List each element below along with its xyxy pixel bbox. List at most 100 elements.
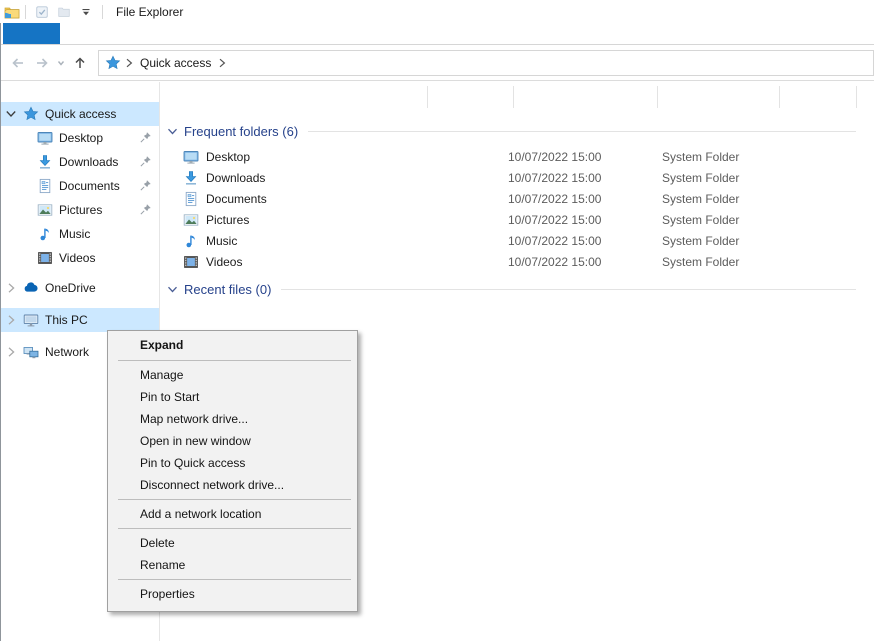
context-menu-item[interactable]	[118, 579, 351, 580]
context-menu-item[interactable]: Delete	[108, 532, 357, 554]
context-menu-item[interactable]	[118, 360, 351, 361]
sidebar-item-label: Videos	[59, 251, 95, 265]
group-header-frequent-folders[interactable]: Frequent folders (6)	[160, 120, 874, 142]
documents-icon	[183, 191, 199, 207]
cell-name: Videos	[206, 255, 242, 269]
column-divider[interactable]	[779, 86, 780, 108]
cell-date-modified: 10/07/2022 15:00	[508, 255, 601, 269]
sidebar-item-label: Documents	[59, 179, 120, 193]
tree-chevron-icon[interactable]	[4, 107, 18, 121]
frequent-folders-rows: Desktop 10/07/2022 15:00 System Folder D…	[160, 146, 874, 272]
chevron-down-icon[interactable]	[166, 125, 179, 138]
ribbon-tab[interactable]	[3, 23, 60, 44]
sidebar-item[interactable]: Downloads	[0, 150, 159, 174]
cell-name: Downloads	[206, 171, 265, 185]
qat-customize-button[interactable]	[77, 3, 95, 21]
sidebar-item[interactable]: Pictures	[0, 198, 159, 222]
folder-content: Frequent folders (6) Desktop 10/07/2022 …	[160, 112, 874, 300]
context-menu-item[interactable]: Rename	[108, 554, 357, 576]
tree-chevron-icon[interactable]	[4, 313, 18, 327]
recent-locations-button[interactable]	[54, 51, 68, 75]
downloads-icon	[183, 170, 199, 186]
up-icon	[72, 55, 88, 71]
sidebar-item-label: Pictures	[59, 203, 102, 217]
address-bar[interactable]: Quick access	[98, 50, 874, 76]
sidebar-item-label: OneDrive	[45, 281, 96, 295]
ribbon-tab[interactable]	[174, 23, 231, 44]
qat-new-folder-icon	[57, 5, 71, 19]
tree-chevron-icon[interactable]	[4, 281, 18, 295]
onedrive-icon	[23, 280, 39, 296]
sidebar-item[interactable]: Videos	[0, 246, 159, 270]
sidebar-item[interactable]: Music	[0, 222, 159, 246]
qat-properties-button[interactable]	[33, 3, 51, 21]
sidebar-item[interactable]: Quick access	[0, 102, 159, 126]
qat-new-folder-button[interactable]	[55, 3, 73, 21]
breadcrumb-chevron-icon[interactable]	[215, 56, 229, 70]
pictures-icon	[37, 202, 53, 218]
music-icon	[183, 233, 199, 249]
cell-date-modified: 10/07/2022 15:00	[508, 192, 601, 206]
back-button[interactable]	[6, 51, 30, 75]
forward-icon	[34, 55, 50, 71]
ribbon-tab[interactable]	[60, 23, 117, 44]
qat-properties-icon	[35, 5, 49, 19]
sidebar-item[interactable]: Desktop	[0, 126, 159, 150]
column-divider[interactable]	[513, 86, 514, 108]
context-menu-item[interactable]: Manage	[108, 364, 357, 386]
sidebar-item-label: Network	[45, 345, 89, 359]
file-row[interactable]: Documents 10/07/2022 15:00 System Folder	[160, 188, 874, 209]
sidebar-item[interactable]: Documents	[0, 174, 159, 198]
column-divider[interactable]	[657, 86, 658, 108]
sidebar-item[interactable]: OneDrive	[0, 276, 159, 300]
context-menu-item[interactable]: Properties	[108, 583, 357, 605]
quick-access-star-icon	[105, 55, 121, 71]
downloads-icon	[37, 154, 53, 170]
sidebar-item-label: Music	[59, 227, 90, 241]
context-menu-item[interactable]: Add a network location	[108, 503, 357, 525]
group-label: Recent files (0)	[184, 282, 271, 297]
tree-chevron-icon[interactable]	[4, 345, 18, 359]
file-row[interactable]: Videos 10/07/2022 15:00 System Folder	[160, 251, 874, 272]
file-row[interactable]: Pictures 10/07/2022 15:00 System Folder	[160, 209, 874, 230]
pin-icon	[139, 203, 152, 216]
group-header-recent-files[interactable]: Recent files (0)	[160, 278, 874, 300]
up-button[interactable]	[68, 51, 92, 75]
context-menu-item[interactable]	[118, 528, 351, 529]
network-icon	[23, 344, 39, 360]
file-row[interactable]: Desktop 10/07/2022 15:00 System Folder	[160, 146, 874, 167]
forward-button[interactable]	[30, 51, 54, 75]
cell-date-modified: 10/07/2022 15:00	[508, 213, 601, 227]
context-menu-item[interactable]: Disconnect network drive...	[108, 474, 357, 496]
window-title: File Explorer	[116, 5, 183, 19]
navigation-bar: Quick access	[0, 45, 874, 81]
context-menu-item[interactable]	[118, 499, 351, 500]
column-headers	[160, 82, 874, 112]
column-divider[interactable]	[427, 86, 428, 108]
context-menu-item[interactable]: Pin to Quick access	[108, 452, 357, 474]
window-left-border	[0, 23, 1, 641]
pin-icon	[139, 179, 152, 192]
explorer-logo-icon	[4, 4, 20, 20]
ribbon-tabs	[0, 23, 874, 45]
sidebar-item-label: This PC	[45, 313, 88, 327]
cell-date-modified: 10/07/2022 15:00	[508, 234, 601, 248]
context-menu-item[interactable]: Map network drive...	[108, 408, 357, 430]
column-divider[interactable]	[856, 86, 857, 108]
titlebar-separator	[102, 5, 103, 19]
sidebar-item-label: Downloads	[59, 155, 118, 169]
context-menu-item[interactable]: Pin to Start	[108, 386, 357, 408]
context-menu-item[interactable]: Open in new window	[108, 430, 357, 452]
breadcrumb-chevron-icon[interactable]	[122, 56, 136, 70]
file-row[interactable]: Downloads 10/07/2022 15:00 System Folder	[160, 167, 874, 188]
chevron-down-icon[interactable]	[166, 283, 179, 296]
cell-name: Desktop	[206, 150, 250, 164]
ribbon-tab[interactable]	[117, 23, 174, 44]
pin-icon	[139, 131, 152, 144]
breadcrumb[interactable]: Quick access	[140, 56, 211, 70]
context-menu-item[interactable]: Expand	[108, 333, 357, 357]
cell-date-modified: 10/07/2022 15:00	[508, 171, 601, 185]
file-row[interactable]: Music 10/07/2022 15:00 System Folder	[160, 230, 874, 251]
sidebar-item[interactable]: This PC	[0, 308, 159, 332]
cell-name: Music	[206, 234, 237, 248]
